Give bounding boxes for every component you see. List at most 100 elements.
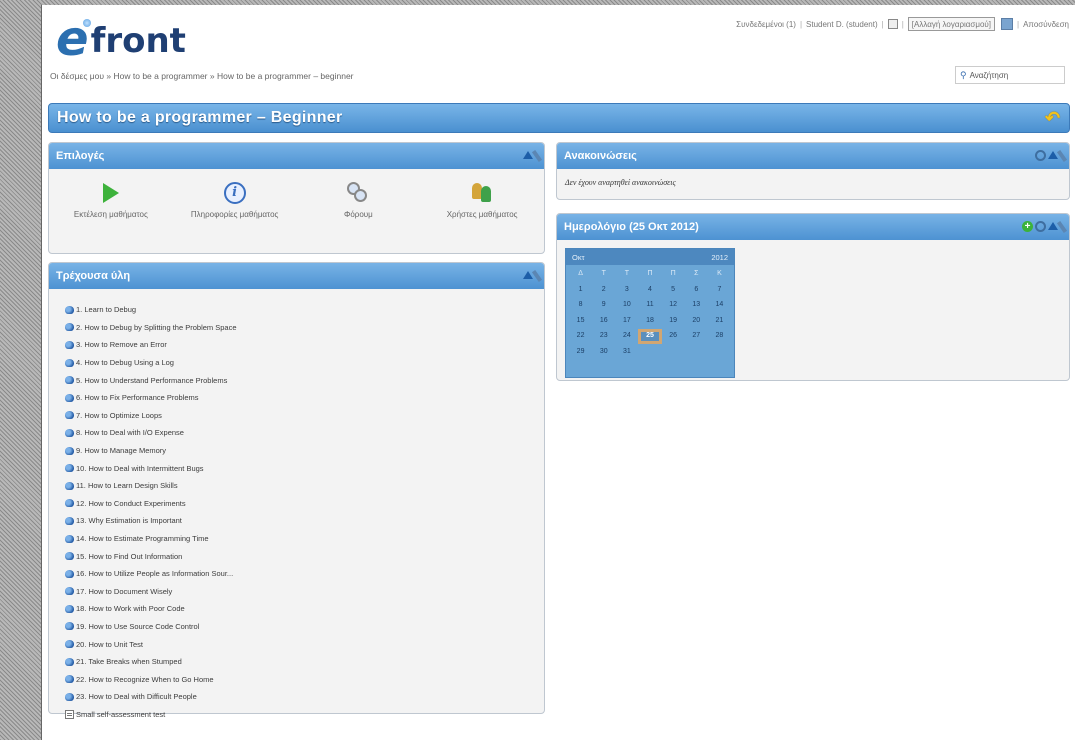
unit-item[interactable]: 15. How to Find Out Information [65,547,544,565]
refresh-icon[interactable] [1035,221,1046,232]
calendar-day[interactable]: 6 [685,283,708,298]
unit-item[interactable]: 17. How to Document Wisely [65,583,544,601]
calendar-month[interactable]: Οκτ [572,253,585,262]
options-panel-header: Επιλογές [49,143,544,169]
unit-item[interactable]: 7. How to Optimize Loops [65,407,544,425]
unit-icon [65,305,74,314]
unit-item[interactable]: 2. How to Debug by Splitting the Problem… [65,319,544,337]
calendar-day[interactable]: 19 [662,314,685,329]
calendar-day[interactable]: 29 [569,345,592,360]
unit-item[interactable]: 10. How to Deal with Intermittent Bugs [65,459,544,477]
separator: | [881,19,884,29]
unit-icon [65,534,74,543]
unit-item[interactable]: 3. How to Remove an Error [65,336,544,354]
play-icon [102,183,119,203]
calendar-day[interactable]: 11 [638,298,661,313]
unit-item[interactable]: 20. How to Unit Test [65,635,544,653]
calendar-day[interactable]: 5 [662,283,685,298]
unit-item[interactable]: 19. How to Use Source Code Control [65,618,544,636]
calendar-day[interactable]: 23 [592,329,615,344]
unit-label: 3. How to Remove an Error [76,340,167,350]
unit-icon [65,323,74,332]
page-title: How to be a programmer – Beginner [57,109,343,126]
calendar-panel-header: Ημερολόγιο (25 Οκτ 2012) + [557,214,1069,240]
calendar-day[interactable]: 4 [638,283,661,298]
calendar-month-bar: Οκτ 2012 [566,249,734,265]
back-arrow-icon[interactable]: ↶ [1045,108,1063,128]
calendar-day[interactable]: 10 [615,298,638,313]
calendar-day[interactable]: 31 [615,345,638,360]
unit-label: 17. How to Document Wisely [76,586,173,596]
move-handle-icon[interactable] [1056,220,1068,234]
calendar-day[interactable]: 14 [708,298,731,313]
option-forum[interactable]: Φόρουμ [303,179,413,219]
unit-item[interactable]: 18. How to Work with Poor Code [65,600,544,618]
calendar-day[interactable]: 24 [615,329,638,344]
unit-item[interactable]: 16. How to Utilize People as Information… [65,565,544,583]
calendar-day[interactable]: 22 [569,329,592,344]
option-run-lesson[interactable]: Εκτέλεση μαθήματος [56,179,166,219]
unit-item[interactable]: 5. How to Understand Performance Problem… [65,371,544,389]
unit-item[interactable]: 12. How to Conduct Experiments [65,495,544,513]
options-panel: Επιλογές Εκτέλεση μαθήματος i Πληροφορίε… [48,142,545,254]
breadcrumb[interactable]: Οι δέσμες μου » How to be a programmer »… [50,71,354,81]
unit-item[interactable]: 9. How to Manage Memory [65,442,544,460]
calendar-day[interactable]: 18 [638,314,661,329]
unit-item[interactable]: 22. How to Recognize When to Go Home [65,670,544,688]
efront-logo[interactable]: e front [56,11,186,63]
add-event-icon[interactable]: + [1022,221,1033,232]
calendar-day-name: Τ [601,270,606,277]
unit-item[interactable]: 11. How to Learn Design Skills [65,477,544,495]
calendar-day[interactable]: 9 [592,298,615,313]
unit-item[interactable]: 4. How to Debug Using a Log [65,354,544,372]
move-handle-icon[interactable] [531,149,543,163]
move-handle-icon[interactable] [1056,149,1068,163]
logo-front: front [90,21,186,61]
refresh-icon[interactable] [1035,150,1046,161]
unit-icon [65,393,74,402]
calendar-day[interactable]: 21 [708,314,731,329]
calendar-day[interactable]: 7 [708,283,731,298]
unit-icon [65,428,74,437]
calendar-day[interactable]: 26 [662,329,685,344]
calendar-day[interactable]: 2 [592,283,615,298]
test-item[interactable]: Small self-assessment test [65,706,544,724]
calendar-day[interactable]: 27 [685,329,708,344]
calendar-day[interactable]: 15 [569,314,592,329]
move-handle-icon[interactable] [531,269,543,283]
panel-tools: + [1022,220,1068,234]
calendar-year[interactable]: 2012 [711,253,728,262]
calendar-day[interactable]: 30 [592,345,615,360]
account-switch-select[interactable]: [Αλλαγή λογαριασμού] [907,17,995,31]
option-lesson-users[interactable]: Χρήστες μαθήματος [427,179,537,219]
calendar-icon[interactable] [887,19,898,29]
unit-item[interactable]: 8. How to Deal with I/O Expense [65,424,544,442]
current-user-link[interactable]: Student D. (student) [806,20,878,29]
account-switch-button[interactable] [1001,18,1013,30]
announcements-panel-title: Ανακοινώσεις [564,150,637,162]
option-lesson-info[interactable]: i Πληροφορίες μαθήματος [180,179,290,219]
calendar-day[interactable]: 3 [615,283,638,298]
calendar-today[interactable]: 25 [638,329,662,344]
search-input[interactable]: Αναζήτηση [970,71,1009,80]
calendar-day[interactable]: 12 [662,298,685,313]
unit-item[interactable]: 13. Why Estimation is Important [65,512,544,530]
calendar-day[interactable]: 28 [708,329,731,344]
search-box[interactable]: ⚲ Αναζήτηση [955,66,1065,84]
calendar-day[interactable]: 13 [685,298,708,313]
connected-users-link[interactable]: Συνδεδεμένοι (1) [736,20,796,29]
unit-item[interactable]: 14. How to Estimate Programming Time [65,530,544,548]
calendar-day[interactable]: 17 [615,314,638,329]
unit-label: 16. How to Utilize People as Information… [76,569,234,579]
logout-link[interactable]: Αποσύνδεση [1023,20,1069,29]
unit-item[interactable]: 6. How to Fix Performance Problems [65,389,544,407]
calendar-day[interactable]: 8 [569,298,592,313]
calendar-day[interactable]: 1 [569,283,592,298]
unit-item[interactable]: 23. How to Deal with Difficult People [65,688,544,706]
unit-item[interactable]: 21. Take Breaks when Stumped [65,653,544,671]
calendar-day[interactable]: 16 [592,314,615,329]
unit-label: 10. How to Deal with Intermittent Bugs [76,463,204,473]
calendar-day[interactable]: 20 [685,314,708,329]
unit-item[interactable]: 1. Learn to Debug [65,301,544,319]
option-label: Φόρουμ [343,210,373,219]
